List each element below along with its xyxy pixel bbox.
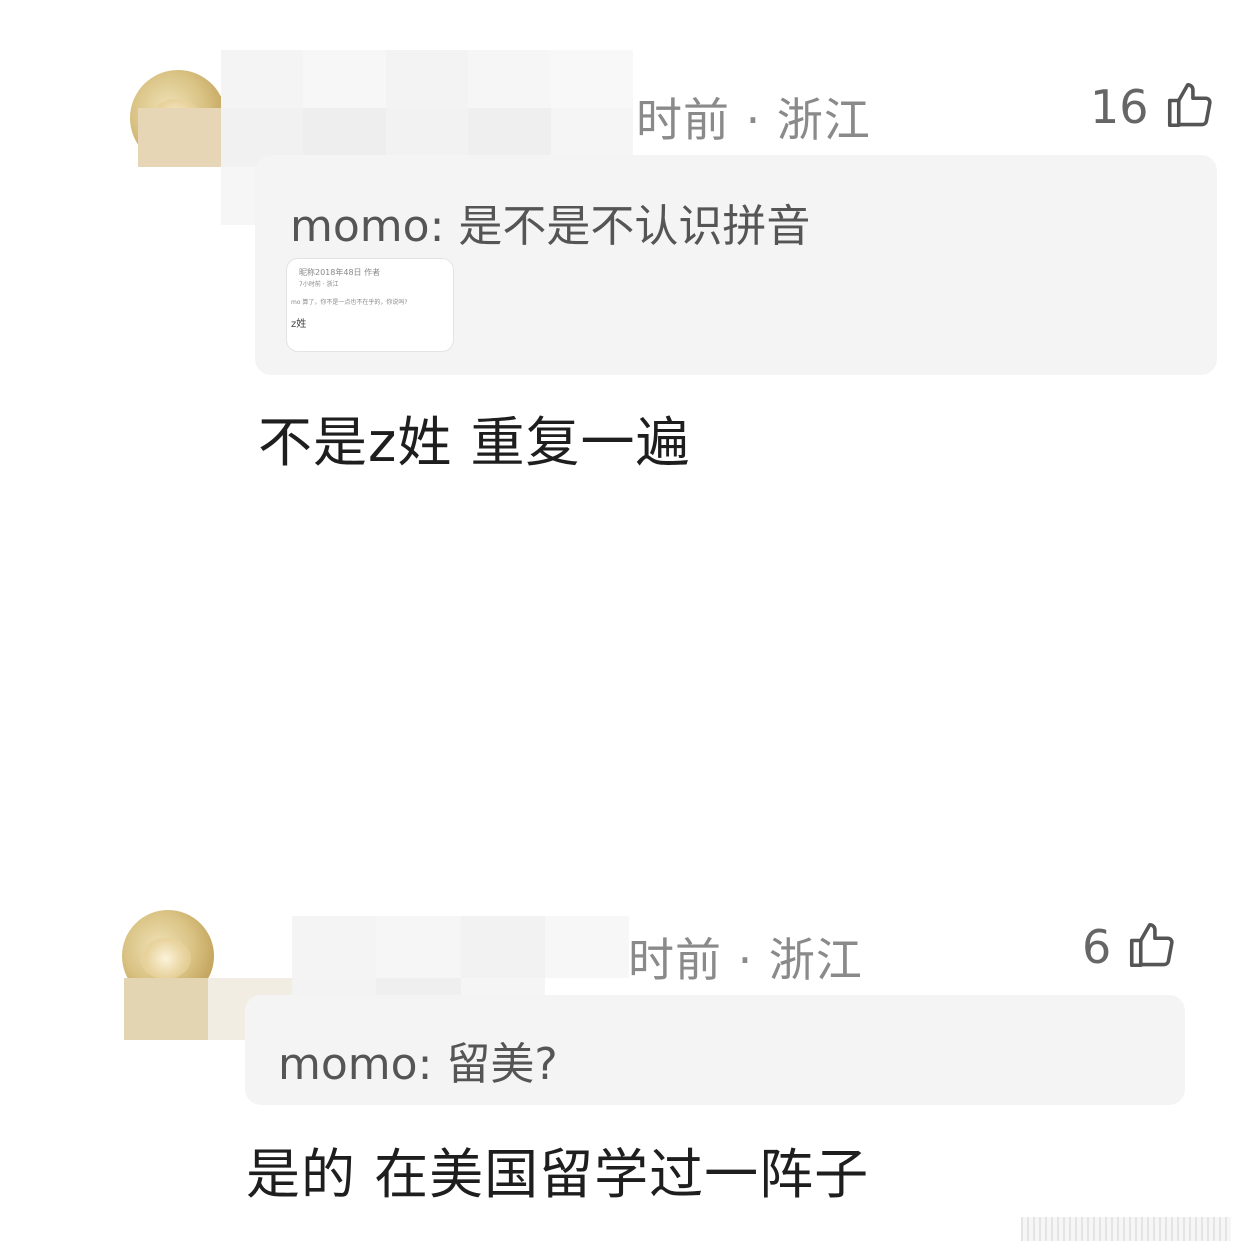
comment-meta: 时前 · 浙江	[628, 933, 863, 987]
comment-item: 时前 · 浙江 16 momo: 是不是不认识拼音 昵称2018年48日 作者 …	[0, 0, 1239, 520]
like-button[interactable]: 6	[1082, 918, 1179, 976]
thumbs-up-icon	[1163, 78, 1217, 136]
thumbnail-text: 7小时前 · 浙江	[299, 281, 339, 288]
comment-text: 不是z姓 重复一遍	[258, 411, 691, 474]
comment-text: 是的 在美国留学过一阵子	[246, 1143, 870, 1206]
like-count: 16	[1090, 80, 1149, 134]
comment-meta: 时前 · 浙江	[636, 93, 871, 147]
thumbnail-text: mo 算了，你不是一点也不在乎的，你说吗?	[291, 299, 408, 306]
thumbnail-text: 昵称2018年48日 作者	[299, 268, 381, 277]
like-button[interactable]: 16	[1090, 78, 1217, 136]
comment-item: 时前 · 浙江 6 momo: 留美? 是的 在美国留学过一阵子	[0, 880, 1239, 1259]
quoted-comment-text: momo: 留美?	[278, 1039, 558, 1090]
thumbnail-text: z姓	[291, 319, 307, 330]
quoted-image-thumbnail[interactable]: 昵称2018年48日 作者 7小时前 · 浙江 mo 算了，你不是一点也不在乎的…	[286, 258, 454, 352]
thumbs-up-icon	[1125, 918, 1179, 976]
watermark	[1021, 1217, 1231, 1241]
quoted-comment-text: momo: 是不是不认识拼音	[290, 201, 811, 252]
like-count: 6	[1082, 920, 1112, 974]
